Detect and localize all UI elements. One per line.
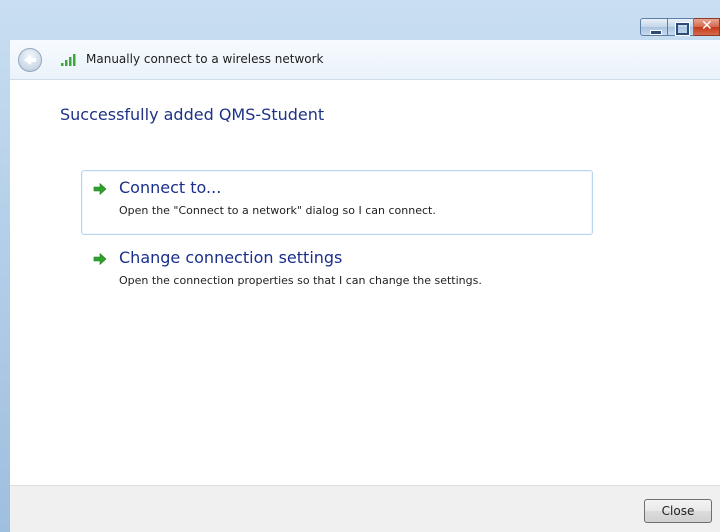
connect-to-title: Connect to... — [119, 178, 222, 197]
close-button[interactable]: Close — [644, 499, 712, 523]
change-settings-description: Open the connection properties so that I… — [119, 274, 482, 287]
green-arrow-icon — [93, 182, 107, 196]
change-settings-title: Change connection settings — [119, 248, 343, 267]
caption-buttons — [640, 18, 720, 40]
change-connection-settings-option[interactable]: Change connection settings Open the conn… — [81, 240, 593, 305]
content-area: Successfully added QMS-Student Connect t… — [10, 80, 720, 485]
window-title: Manually connect to a wireless network — [86, 52, 324, 66]
wireless-connect-window: Manually connect to a wireless network S… — [0, 0, 720, 532]
connect-to-description: Open the "Connect to a network" dialog s… — [119, 204, 436, 217]
title-bar — [0, 0, 720, 40]
minimize-button[interactable] — [640, 18, 668, 36]
green-arrow-icon — [93, 252, 107, 266]
navigation-bar: Manually connect to a wireless network — [10, 40, 720, 80]
wireless-signal-icon — [61, 54, 76, 66]
connect-to-option[interactable]: Connect to... Open the "Connect to a net… — [81, 170, 593, 235]
footer-bar: Close — [10, 485, 720, 532]
back-arrow-icon[interactable] — [18, 48, 42, 72]
maximize-button[interactable] — [668, 18, 694, 36]
success-heading: Successfully added QMS-Student — [60, 105, 325, 124]
close-window-button[interactable] — [694, 18, 720, 36]
